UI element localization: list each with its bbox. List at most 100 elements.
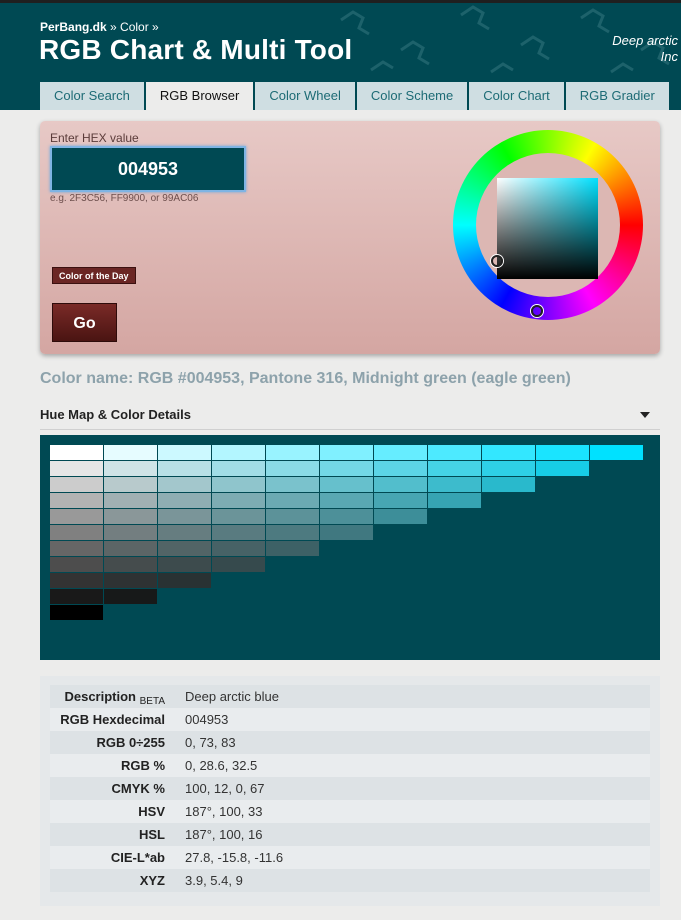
- hue-map-swatch[interactable]: [158, 493, 211, 508]
- hue-map-swatch[interactable]: [536, 461, 589, 476]
- detail-label: Description BETA: [64, 689, 165, 707]
- hue-map-swatch[interactable]: [266, 541, 319, 556]
- hue-map-swatch[interactable]: [212, 509, 265, 524]
- hue-map-grid: [50, 445, 643, 620]
- hue-map-swatch[interactable]: [266, 461, 319, 476]
- hue-map-swatch[interactable]: [104, 589, 157, 604]
- tab-color-chart[interactable]: Color Chart: [469, 82, 564, 110]
- hue-map-swatch[interactable]: [266, 493, 319, 508]
- tab-rgb-gradient[interactable]: RGB Gradier: [565, 82, 669, 110]
- hue-map-swatch[interactable]: [104, 493, 157, 508]
- hue-map-swatch[interactable]: [212, 493, 265, 508]
- detail-label: RGB 0÷255: [96, 735, 165, 750]
- hue-map-swatch[interactable]: [320, 493, 373, 508]
- hue-map-swatch[interactable]: [320, 525, 373, 540]
- hue-map-swatch[interactable]: [320, 461, 373, 476]
- go-button[interactable]: Go: [52, 303, 117, 342]
- hue-map-swatch[interactable]: [482, 461, 535, 476]
- hue-map-swatch[interactable]: [50, 557, 103, 572]
- saturation-value-square[interactable]: [497, 178, 598, 279]
- hue-map-swatch[interactable]: [428, 493, 481, 508]
- hue-map-swatch[interactable]: [50, 525, 103, 540]
- hue-map-swatch[interactable]: [50, 573, 103, 588]
- hue-map-swatch[interactable]: [212, 477, 265, 492]
- hue-map-swatch[interactable]: [104, 445, 157, 460]
- hue-map-swatch[interactable]: [374, 445, 427, 460]
- detail-row-rgb255: RGB 0÷255 0, 73, 83: [50, 731, 650, 754]
- hue-map-swatch[interactable]: [158, 445, 211, 460]
- hue-map-swatch[interactable]: [158, 557, 211, 572]
- hue-map-swatch[interactable]: [428, 445, 481, 460]
- tab-color-search[interactable]: Color Search: [40, 82, 144, 110]
- hue-map-swatch[interactable]: [266, 525, 319, 540]
- detail-label: XYZ: [139, 873, 165, 888]
- hex-input[interactable]: [50, 146, 246, 192]
- color-of-the-day-button[interactable]: Color of the Day: [52, 267, 136, 284]
- hue-map-swatch[interactable]: [374, 461, 427, 476]
- hue-map-swatch[interactable]: [212, 525, 265, 540]
- hue-map-swatch[interactable]: [158, 477, 211, 492]
- hue-map-swatch[interactable]: [50, 605, 103, 620]
- tab-bar: Color Search RGB Browser Color Wheel Col…: [40, 82, 671, 112]
- hue-map-swatch[interactable]: [212, 445, 265, 460]
- hue-map-swatch[interactable]: [50, 477, 103, 492]
- hue-map-swatch[interactable]: [320, 509, 373, 524]
- tab-rgb-browser[interactable]: RGB Browser: [145, 82, 254, 112]
- hue-map-swatch[interactable]: [374, 477, 427, 492]
- hue-map-swatch[interactable]: [374, 493, 427, 508]
- collapse-arrow-icon[interactable]: [640, 412, 650, 418]
- hue-map-swatch[interactable]: [158, 509, 211, 524]
- tagline-line: Deep arctic: [612, 33, 678, 48]
- beta-badge: BETA: [139, 696, 165, 707]
- hue-map-swatch[interactable]: [50, 461, 103, 476]
- hue-map-swatch[interactable]: [158, 541, 211, 556]
- hue-map-swatch[interactable]: [158, 525, 211, 540]
- hue-map-swatch[interactable]: [212, 541, 265, 556]
- color-details-table: Description BETA Deep arctic blue RGB He…: [40, 676, 660, 906]
- hex-hint: e.g. 2F3C56, FF9900, or 99AC06: [50, 193, 199, 204]
- hue-map: [40, 435, 660, 660]
- detail-label: RGB %: [120, 758, 165, 773]
- hue-map-header[interactable]: Hue Map & Color Details: [40, 406, 660, 430]
- color-name: Color name: RGB #004953, Pantone 316, Mi…: [40, 370, 571, 387]
- hue-map-swatch[interactable]: [50, 589, 103, 604]
- breadcrumb-site-link[interactable]: PerBang.dk: [40, 20, 107, 34]
- hue-map-swatch[interactable]: [104, 525, 157, 540]
- sv-picker-handle[interactable]: [491, 255, 503, 267]
- detail-label: CMYK %: [111, 781, 165, 796]
- hue-map-swatch[interactable]: [482, 445, 535, 460]
- hue-map-swatch[interactable]: [104, 573, 157, 588]
- hue-map-swatch[interactable]: [158, 573, 211, 588]
- hue-map-swatch[interactable]: [266, 509, 319, 524]
- tab-color-wheel[interactable]: Color Wheel: [255, 82, 355, 110]
- hue-map-swatch[interactable]: [104, 461, 157, 476]
- hue-map-swatch[interactable]: [428, 477, 481, 492]
- hue-map-swatch[interactable]: [104, 509, 157, 524]
- hue-map-swatch[interactable]: [320, 477, 373, 492]
- hue-map-swatch[interactable]: [266, 445, 319, 460]
- hue-map-swatch[interactable]: [212, 557, 265, 572]
- detail-row-hsl: HSL 187°, 100, 16: [50, 823, 650, 846]
- hue-picker-handle[interactable]: [531, 305, 543, 317]
- hue-map-swatch[interactable]: [50, 541, 103, 556]
- hue-map-swatch[interactable]: [266, 477, 319, 492]
- breadcrumb-section-link[interactable]: Color: [120, 20, 149, 34]
- hue-map-swatch[interactable]: [50, 509, 103, 524]
- hue-map-swatch[interactable]: [50, 445, 103, 460]
- hue-map-swatch[interactable]: [374, 509, 427, 524]
- detail-value: 187°, 100, 33: [185, 804, 263, 819]
- hue-map-swatch[interactable]: [320, 445, 373, 460]
- hue-map-swatch[interactable]: [158, 461, 211, 476]
- breadcrumb-separator: »: [148, 20, 159, 34]
- hue-map-swatch[interactable]: [104, 557, 157, 572]
- detail-value: 004953: [185, 712, 229, 727]
- hue-map-swatch[interactable]: [104, 541, 157, 556]
- hue-map-swatch[interactable]: [482, 477, 535, 492]
- hue-map-swatch[interactable]: [50, 493, 103, 508]
- hue-map-swatch[interactable]: [590, 445, 643, 460]
- hue-map-swatch[interactable]: [536, 445, 589, 460]
- tab-color-scheme[interactable]: Color Scheme: [356, 82, 468, 110]
- hue-map-swatch[interactable]: [212, 461, 265, 476]
- hue-map-swatch[interactable]: [428, 461, 481, 476]
- hue-map-swatch[interactable]: [104, 477, 157, 492]
